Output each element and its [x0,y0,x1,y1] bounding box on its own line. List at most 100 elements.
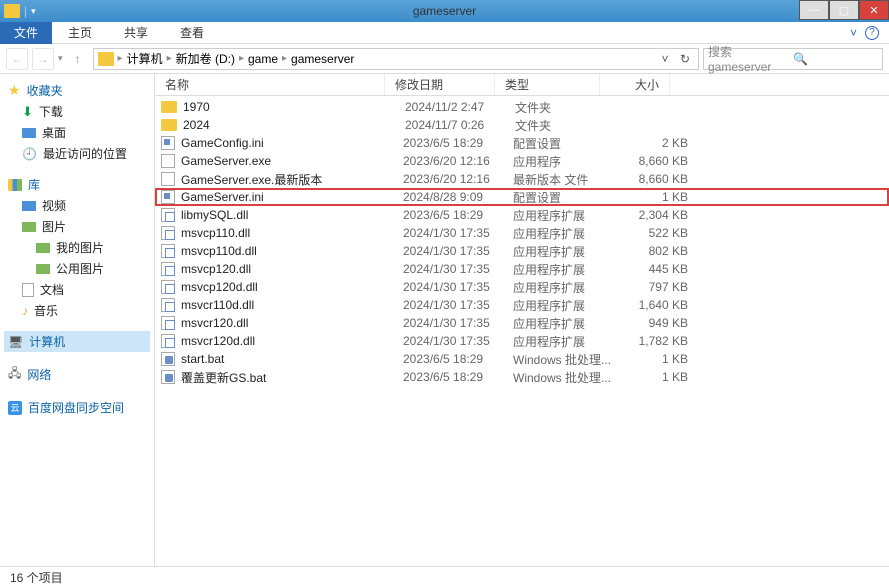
file-date: 2024/8/28 9:09 [403,190,513,204]
dll-icon [161,334,175,348]
sidebar-item-mypictures[interactable]: 我的图片 [4,237,150,258]
file-date: 2023/6/20 12:16 [403,172,513,186]
sidebar-item-downloads[interactable]: ⬇下载 [4,101,150,122]
close-button[interactable]: ✕ [859,0,889,20]
file-size: 1 KB [618,370,688,384]
ribbon-expand-icon[interactable]: ˅ [850,26,857,40]
file-row[interactable]: 19702024/11/2 2:47文件夹 [155,98,889,116]
crumb-computer[interactable]: 计算机 [127,50,163,67]
network-icon: 🖧 [8,364,21,385]
crumb-gameserver[interactable]: gameserver [291,52,354,66]
file-row[interactable]: msvcr120.dll2024/1/30 17:35应用程序扩展949 KB [155,314,889,332]
chevron-right-icon[interactable]: ▸ [118,53,123,64]
ribbon-tab-share[interactable]: 共享 [108,21,164,44]
sidebar-baidu[interactable]: 云百度网盘同步空间 [4,397,150,418]
file-type: 最新版本 文件 [513,171,618,188]
sidebar-item-desktop[interactable]: 桌面 [4,122,150,143]
col-type[interactable]: 类型 [495,74,600,95]
file-row[interactable]: msvcp120d.dll2024/1/30 17:35应用程序扩展797 KB [155,278,889,296]
file-type: Windows 批处理... [513,351,618,368]
file-row[interactable]: msvcp110d.dll2024/1/30 17:35应用程序扩展802 KB [155,242,889,260]
sidebar-libraries[interactable]: 库 [4,174,150,195]
file-row[interactable]: GameServer.exe2023/6/20 12:16应用程序8,660 K… [155,152,889,170]
ini-icon [161,136,175,150]
file-row[interactable]: msvcr110d.dll2024/1/30 17:35应用程序扩展1,640 … [155,296,889,314]
file-row[interactable]: GameConfig.ini2023/6/5 18:29配置设置2 KB [155,134,889,152]
file-pane: 名称 修改日期 类型 大小 19702024/11/2 2:47文件夹20242… [155,74,889,582]
dll-icon [161,226,175,240]
video-icon [22,201,36,211]
file-size: 8,660 KB [618,154,688,168]
file-size: 1 KB [618,352,688,366]
chevron-right-icon[interactable]: ▸ [282,53,287,64]
search-input[interactable]: 搜索 gameserver 🔍 [703,48,883,70]
minimize-button[interactable]: — [799,0,829,20]
file-date: 2024/1/30 17:35 [403,298,513,312]
sidebar-item-music[interactable]: ♪音乐 [4,300,150,321]
file-size: 949 KB [618,316,688,330]
qat-down-icon[interactable]: ▾ [31,6,36,17]
file-date: 2023/6/5 18:29 [403,370,513,384]
chevron-right-icon[interactable]: ▸ [239,53,244,64]
ribbon-tab-view[interactable]: 查看 [164,21,220,44]
file-type: 配置设置 [513,135,618,152]
crumb-game[interactable]: game [248,52,278,66]
file-date: 2024/1/30 17:35 [403,262,513,276]
chevron-right-icon[interactable]: ▸ [167,53,172,64]
file-size: 445 KB [618,262,688,276]
file-size: 2,304 KB [618,208,688,222]
file-row[interactable]: start.bat2023/6/5 18:29Windows 批处理...1 K… [155,350,889,368]
file-type: 应用程序扩展 [513,333,618,350]
address-dropdown-icon[interactable]: ˅ [656,50,674,68]
sidebar-item-pubpictures[interactable]: 公用图片 [4,258,150,279]
file-row[interactable]: libmySQL.dll2023/6/5 18:29应用程序扩展2,304 KB [155,206,889,224]
file-date: 2024/1/30 17:35 [403,244,513,258]
ribbon-file-tab[interactable]: 文件 [0,22,52,44]
file-row[interactable]: msvcp120.dll2024/1/30 17:35应用程序扩展445 KB [155,260,889,278]
sidebar-network[interactable]: 🖧网络 [4,362,150,387]
file-name: msvcp110.dll [181,226,403,240]
file-type: 应用程序扩展 [513,261,618,278]
file-date: 2024/1/30 17:35 [403,334,513,348]
dll-icon [161,262,175,276]
file-name: GameServer.exe.最新版本 [181,171,403,188]
file-date: 2024/11/7 0:26 [405,118,515,132]
help-icon[interactable]: ? [865,26,879,40]
refresh-icon[interactable]: ↻ [676,50,694,68]
file-type: 应用程序扩展 [513,207,618,224]
crumb-volume[interactable]: 新加卷 (D:) [176,50,235,67]
file-row[interactable]: GameServer.exe.最新版本2023/6/20 12:16最新版本 文… [155,170,889,188]
file-row[interactable]: GameServer.ini2024/8/28 9:09配置设置1 KB [155,188,889,206]
sidebar-item-recent[interactable]: 🕘最近访问的位置 [4,143,150,164]
titlebar: | ▾ gameserver — ▢ ✕ [0,0,889,22]
file-row[interactable]: msvcp110.dll2024/1/30 17:35应用程序扩展522 KB [155,224,889,242]
sidebar-item-videos[interactable]: 视频 [4,195,150,216]
file-row[interactable]: msvcr120d.dll2024/1/30 17:35应用程序扩展1,782 … [155,332,889,350]
sidebar-item-pictures[interactable]: 图片 [4,216,150,237]
sidebar-computer[interactable]: 🖥计算机 [4,331,150,352]
col-size[interactable]: 大小 [600,74,670,95]
computer-icon: 🖥 [8,335,23,349]
file-type: 文件夹 [515,99,620,116]
maximize-button[interactable]: ▢ [829,0,859,20]
sidebar-item-documents[interactable]: 文档 [4,279,150,300]
ribbon-tab-home[interactable]: 主页 [52,21,108,44]
nav-recent-icon[interactable]: ▾ [58,53,63,64]
search-placeholder: 搜索 gameserver [708,43,793,74]
file-name: libmySQL.dll [181,208,403,222]
file-size: 2 KB [618,136,688,150]
sidebar-favorites[interactable]: ★收藏夹 [4,80,150,101]
col-name[interactable]: 名称 [155,74,385,95]
col-date[interactable]: 修改日期 [385,74,495,95]
nav-up-button[interactable]: ↑ [67,48,89,70]
file-type: 应用程序 [513,153,618,170]
folder-icon [98,52,114,66]
file-row[interactable]: 20242024/11/7 0:26文件夹 [155,116,889,134]
nav-back-button[interactable]: ← [6,48,28,70]
address-bar[interactable]: ▸ 计算机 ▸ 新加卷 (D:) ▸ game ▸ gameserver ˅ ↻ [93,48,699,70]
nav-forward-button[interactable]: → [32,48,54,70]
file-name: msvcr120.dll [181,316,403,330]
file-type: 应用程序扩展 [513,315,618,332]
library-icon [8,179,22,191]
file-row[interactable]: 覆盖更新GS.bat2023/6/5 18:29Windows 批处理...1 … [155,368,889,386]
